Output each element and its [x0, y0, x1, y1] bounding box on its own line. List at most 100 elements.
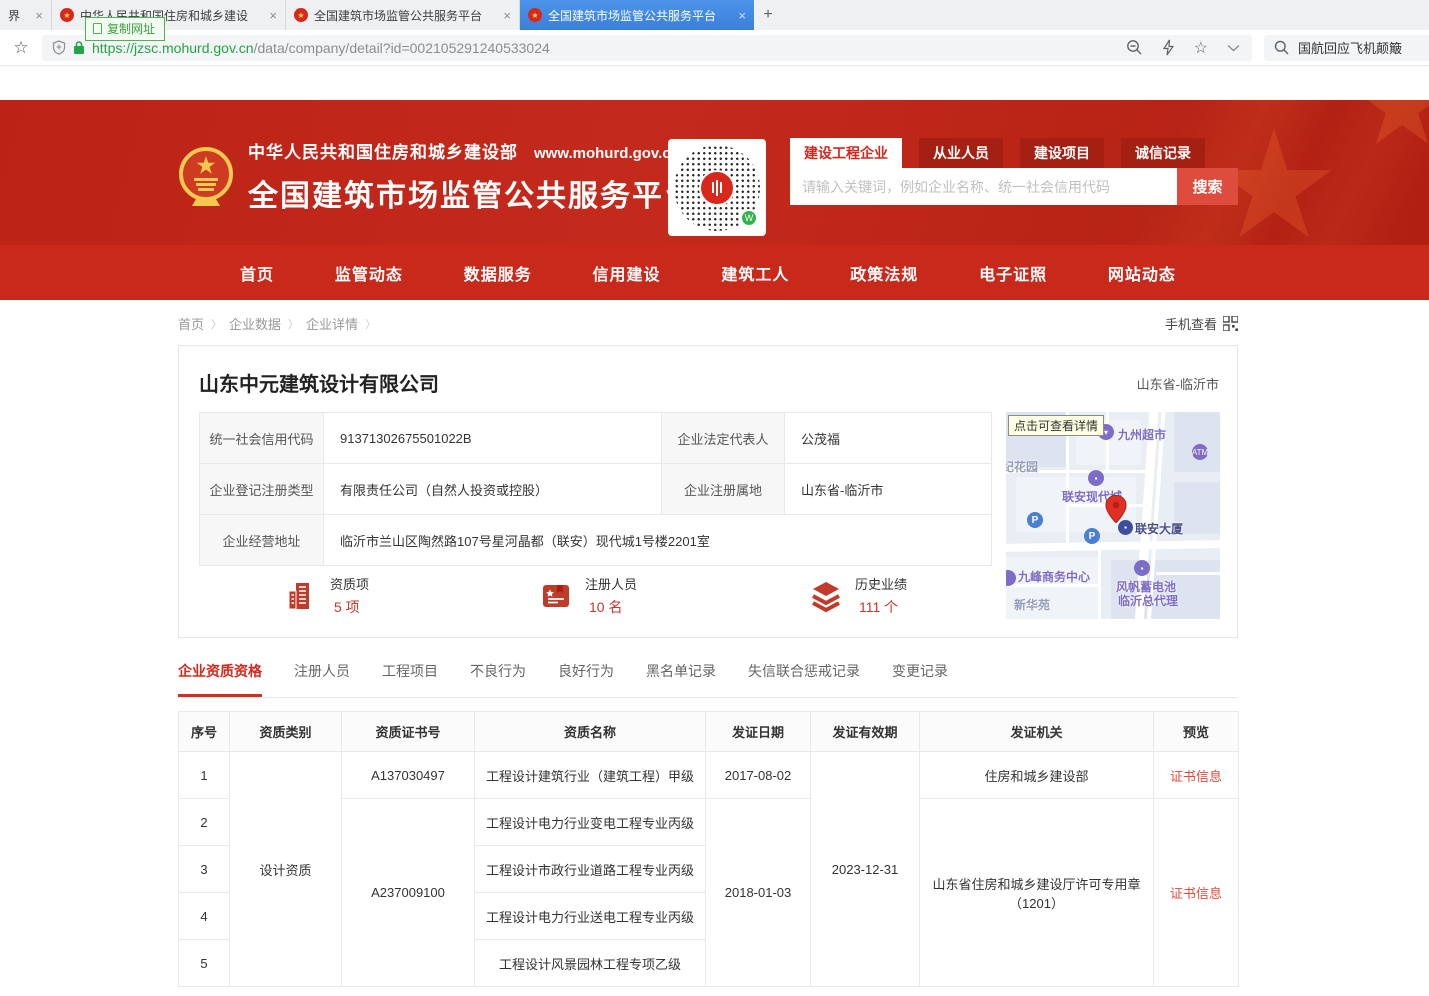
nav-item-credit[interactable]: 信用建设 [593, 261, 661, 285]
nav-item-workers[interactable]: 建筑工人 [721, 261, 789, 285]
browser-tab-jzsc[interactable]: ★ 全国建筑市场监管公共服务平台 × [286, 0, 520, 30]
building-marker-icon: ▪ [1088, 470, 1104, 486]
zoom-out-icon[interactable] [1126, 39, 1143, 56]
table-row: 1 设计资质 A137030497 工程设计建筑行业（建筑工程）甲级 2017-… [179, 752, 1239, 799]
map-label-battery2: 临沂总代理 [1118, 592, 1178, 609]
tab-dishonesty[interactable]: 失信联合惩戒记录 [748, 661, 860, 697]
cell-authority: 住房和城乡建设部 [920, 752, 1154, 799]
breadcrumb-home[interactable]: 首页 [178, 314, 204, 333]
stat-label: 资质项 [330, 574, 369, 593]
tab-blacklist[interactable]: 黑名单记录 [646, 661, 716, 697]
cell-seq: 3 [179, 846, 230, 893]
cell-issue-date: 2018-01-03 [706, 799, 811, 987]
lock-icon [73, 40, 85, 55]
parking-marker-icon: P [1084, 528, 1100, 544]
cell-name: 工程设计建筑行业（建筑工程）甲级 [475, 752, 706, 799]
cell-cert-no: A237009100 [342, 799, 475, 987]
cell-validity: 2023-12-31 [811, 752, 920, 987]
tab-close-icon[interactable]: × [269, 8, 277, 23]
map-label-garden: 纪花园 [1006, 458, 1038, 475]
search-button[interactable]: 搜索 [1177, 168, 1238, 205]
nav-item-policy[interactable]: 政策法规 [850, 261, 918, 285]
nav-item-supervision[interactable]: 监管动态 [335, 261, 403, 285]
cell-seq: 2 [179, 799, 230, 846]
bookmark-star-icon[interactable]: ☆ [0, 38, 42, 58]
tab-title: 全国建筑市场监管公共服务平台 [314, 7, 482, 24]
qr-pattern: W [674, 145, 760, 231]
chevron-down-icon[interactable] [1227, 44, 1240, 52]
field-label: 企业注册属地 [662, 464, 785, 515]
qr-center-logo [699, 170, 735, 206]
search-icon [1274, 40, 1289, 55]
tab-projects[interactable]: 工程项目 [382, 661, 438, 697]
cell-name: 工程设计风景园林工程专项乙级 [475, 940, 706, 987]
quick-search-text: 国航回应飞机颠簸 [1298, 38, 1402, 57]
tab-change-records[interactable]: 变更记录 [892, 661, 948, 697]
nav-item-site-news[interactable]: 网站动态 [1108, 261, 1176, 285]
keyword-search-input[interactable] [790, 168, 1177, 205]
cell-category: 设计资质 [230, 752, 342, 987]
address-bar[interactable]: https://jzsc.mohurd.gov.cn/data/company/… [42, 35, 1252, 61]
breadcrumb-company-detail[interactable]: 企业详情 [306, 314, 358, 333]
atm-marker-icon: ATM [1192, 444, 1208, 460]
url-path-text: /data/company/detail?id=0021052912405330… [254, 40, 550, 56]
map-label-xinhua: 新华苑 [1014, 596, 1050, 613]
field-value: 山东省-临沂市 [785, 464, 992, 515]
search-tab-personnel[interactable]: 从业人员 [919, 138, 1003, 168]
site-header: 中华人民共和国住房和城乡建设部www.mohurd.gov.cn 全国建筑市场监… [0, 100, 1429, 245]
cell-seq: 4 [179, 893, 230, 940]
cell-preview: 证书信息 [1154, 752, 1239, 799]
header-qr-code: W [668, 139, 766, 236]
certificate-info-link[interactable]: 证书信息 [1170, 886, 1222, 901]
tab-close-icon[interactable]: × [35, 8, 43, 23]
tab-good-behavior[interactable]: 良好行为 [558, 661, 614, 697]
browser-tab-partial[interactable]: 界 × [0, 0, 52, 30]
layers-icon [809, 579, 843, 613]
cell-preview: 证书信息 [1154, 799, 1239, 987]
nav-item-home[interactable]: 首页 [240, 261, 274, 285]
quick-search-box[interactable]: 国航回应飞机颠簸 [1264, 35, 1429, 61]
cell-seq: 5 [179, 940, 230, 987]
header-search-panel: 建设工程企业 从业人员 建设项目 诚信记录 搜索 [790, 138, 1238, 205]
tab-qualifications[interactable]: 企业资质资格 [178, 661, 262, 697]
cell-authority: 山东省住房和城乡建设厅许可专用章（1201） [920, 799, 1154, 987]
nav-item-e-license[interactable]: 电子证照 [979, 261, 1047, 285]
shield-icon[interactable] [52, 40, 66, 55]
cell-cert-no: A137030497 [342, 752, 475, 799]
field-value: 有限责任公司（自然人投资或控股） [324, 464, 662, 515]
browser-tab-active[interactable]: ★ 全国建筑市场监管公共服务平台 × [520, 0, 754, 30]
search-tab-credit[interactable]: 诚信记录 [1121, 138, 1205, 168]
stat-value: 5 项 [330, 597, 369, 617]
stat-label: 注册人员 [585, 574, 637, 593]
stat-registered-personnel: 注册人员 10 名 [539, 574, 637, 617]
tab-close-icon[interactable]: × [738, 8, 746, 23]
field-value: 91371302675501022B [324, 413, 662, 464]
search-tab-project[interactable]: 建设项目 [1020, 138, 1104, 168]
location-map[interactable]: 点击可查看详情 ▾ 九州超市 ATM 纪花园 ▪ 联安现代城 ▪ 联安大厦 P … [1006, 412, 1220, 619]
copy-icon [93, 23, 102, 34]
cell-name: 工程设计市政行业道路工程专业丙级 [475, 846, 706, 893]
map-label-business-center: 九峰商务中心 [1018, 568, 1090, 585]
breadcrumb-company-data[interactable]: 企业数据 [229, 314, 281, 333]
tab-registered-personnel[interactable]: 注册人员 [294, 661, 350, 697]
favorite-star-icon[interactable]: ☆ [1194, 38, 1208, 58]
ministry-website: www.mohurd.gov.cn [534, 145, 680, 162]
nav-item-data-service[interactable]: 数据服务 [464, 261, 532, 285]
tab-close-icon[interactable]: × [503, 8, 511, 23]
breadcrumb: 首页〉 企业数据〉 企业详情〉 手机查看 [178, 314, 1238, 333]
company-card: 山东中元建筑设计有限公司 山东省-临沂市 统一社会信用代码 9137130267… [178, 345, 1238, 638]
detail-section-tabs: 企业资质资格 注册人员 工程项目 不良行为 良好行为 黑名单记录 失信联合惩戒记… [178, 661, 1238, 698]
certificate-icon [539, 579, 573, 613]
flash-icon[interactable] [1162, 39, 1175, 56]
field-label: 企业登记注册类型 [200, 464, 324, 515]
new-tab-button[interactable]: + [754, 0, 782, 30]
cell-name: 工程设计电力行业送电工程专业丙级 [475, 893, 706, 940]
mobile-view-link[interactable]: 手机查看 [1165, 314, 1238, 333]
certificate-info-link[interactable]: 证书信息 [1170, 769, 1222, 784]
qr-code-icon [1223, 316, 1238, 331]
parking-marker-icon: P [1027, 512, 1043, 528]
tab-title: 界 [8, 7, 20, 24]
search-tab-enterprise[interactable]: 建设工程企业 [790, 138, 902, 168]
browser-toolbar: ☆ https://jzsc.mohurd.gov.cn/data/compan… [0, 30, 1429, 66]
tab-bad-behavior[interactable]: 不良行为 [470, 661, 526, 697]
